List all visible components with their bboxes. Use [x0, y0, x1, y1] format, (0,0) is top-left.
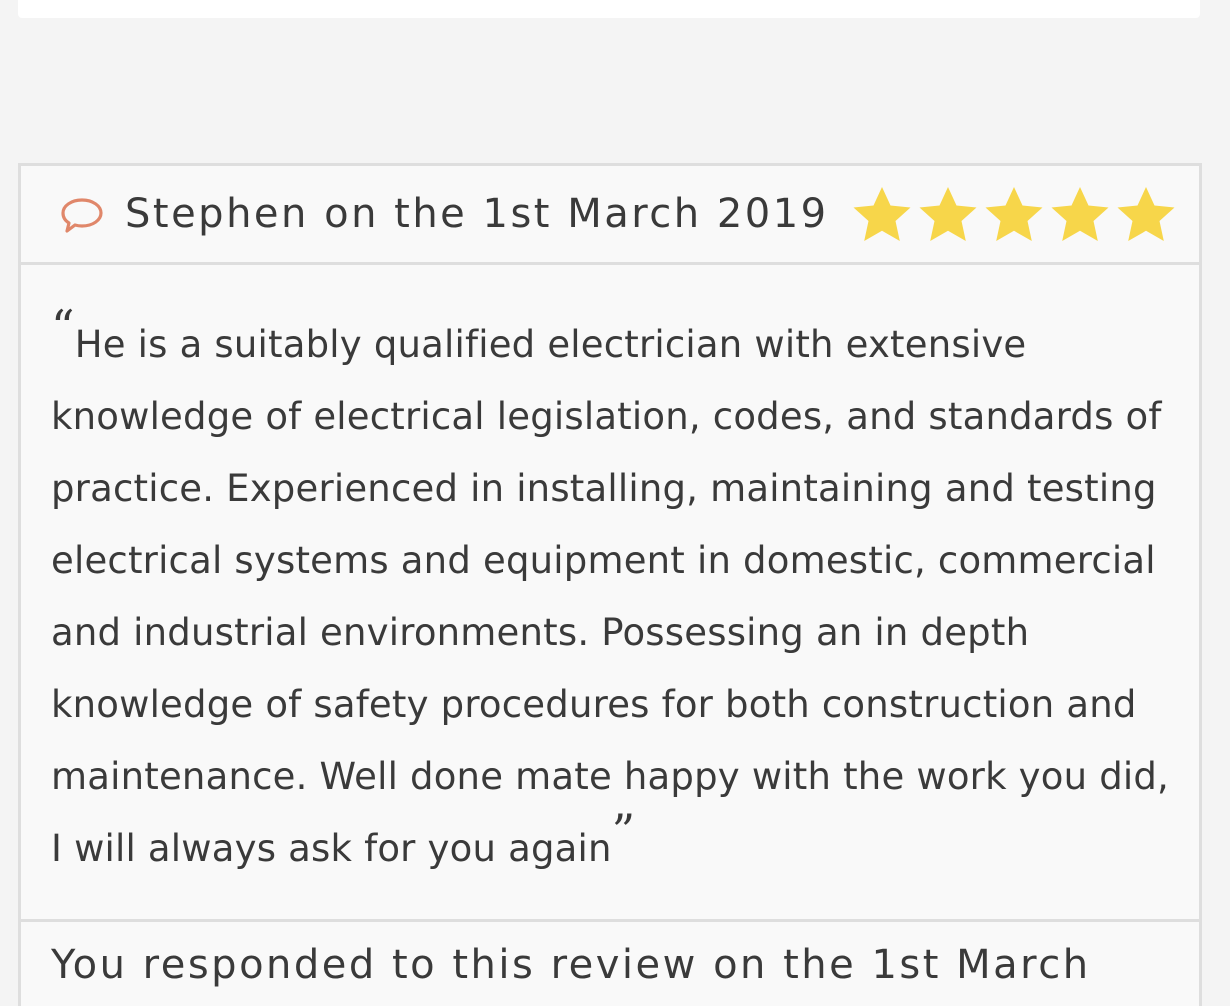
review-body: “He is a suitably qualified electrician …: [21, 265, 1199, 922]
previous-card: [18, 0, 1200, 18]
star-icon: [1117, 187, 1175, 241]
review-header: Stephen on the 1st March 2019: [21, 166, 1199, 265]
close-quote-mark: ”: [611, 804, 636, 858]
review-card: Stephen on the 1st March 2019 “He is a s…: [18, 163, 1202, 1006]
star-rating: [851, 185, 1177, 243]
star-icon: [919, 187, 977, 241]
response-text: You responded to this review on the 1st …: [51, 942, 1091, 988]
open-quote-mark: “: [51, 300, 75, 354]
review-text-block: “He is a suitably qualified electrician …: [51, 304, 1171, 885]
comment-icon: [61, 198, 103, 233]
review-author-date: Stephen on the 1st March 2019: [125, 191, 829, 237]
star-icon: [985, 187, 1043, 241]
review-text: He is a suitably qualified electrician w…: [51, 323, 1170, 870]
star-icon: [853, 187, 911, 241]
star-icon: [1051, 187, 1109, 241]
